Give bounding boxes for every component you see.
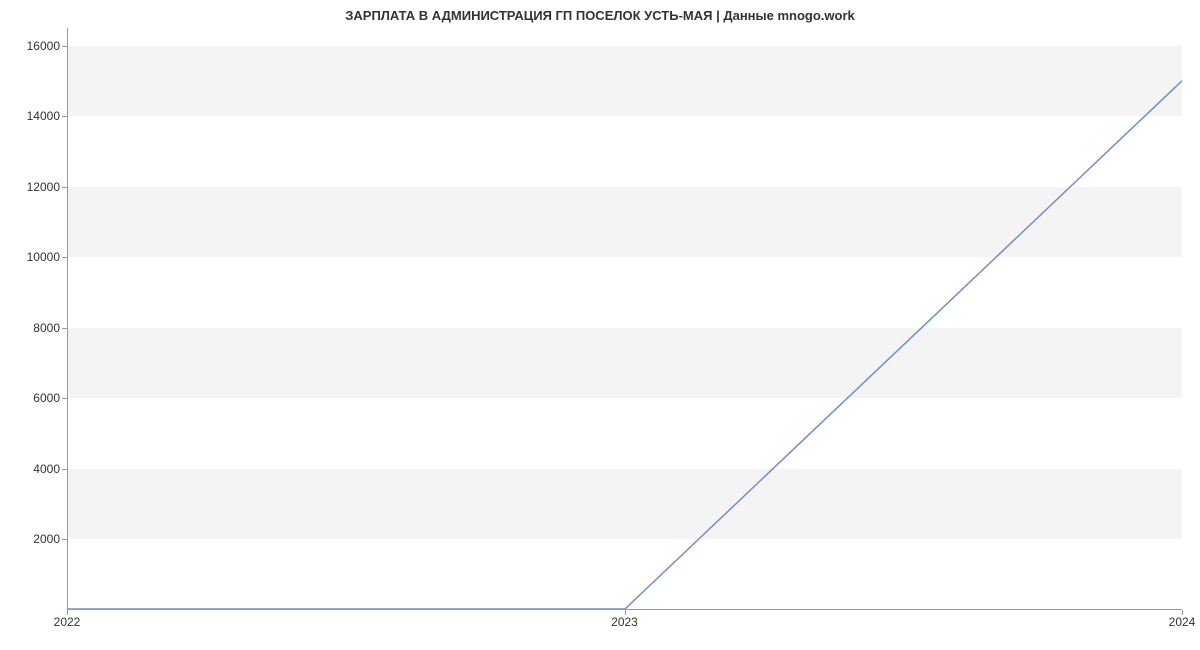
y-tick-label: 16000 — [10, 39, 60, 53]
line-layer — [68, 28, 1182, 609]
y-tick-label: 8000 — [10, 321, 60, 335]
chart-title: ЗАРПЛАТА В АДМИНИСТРАЦИЯ ГП ПОСЕЛОК УСТЬ… — [0, 8, 1200, 23]
x-tick-label: 2024 — [1169, 615, 1196, 629]
x-tick-mark — [625, 610, 626, 615]
x-tick-mark — [1182, 610, 1183, 615]
y-tick-label: 6000 — [10, 391, 60, 405]
chart-container: ЗАРПЛАТА В АДМИНИСТРАЦИЯ ГП ПОСЕЛОК УСТЬ… — [0, 0, 1200, 650]
y-tick-label: 10000 — [10, 250, 60, 264]
plot-area — [67, 28, 1182, 610]
y-tick-label: 2000 — [10, 532, 60, 546]
y-tick-label: 4000 — [10, 462, 60, 476]
x-tick-label: 2022 — [54, 615, 81, 629]
y-tick-label: 12000 — [10, 180, 60, 194]
x-tick-label: 2023 — [611, 615, 638, 629]
series-line — [68, 81, 1182, 609]
x-tick-mark — [67, 610, 68, 615]
y-tick-label: 14000 — [10, 109, 60, 123]
